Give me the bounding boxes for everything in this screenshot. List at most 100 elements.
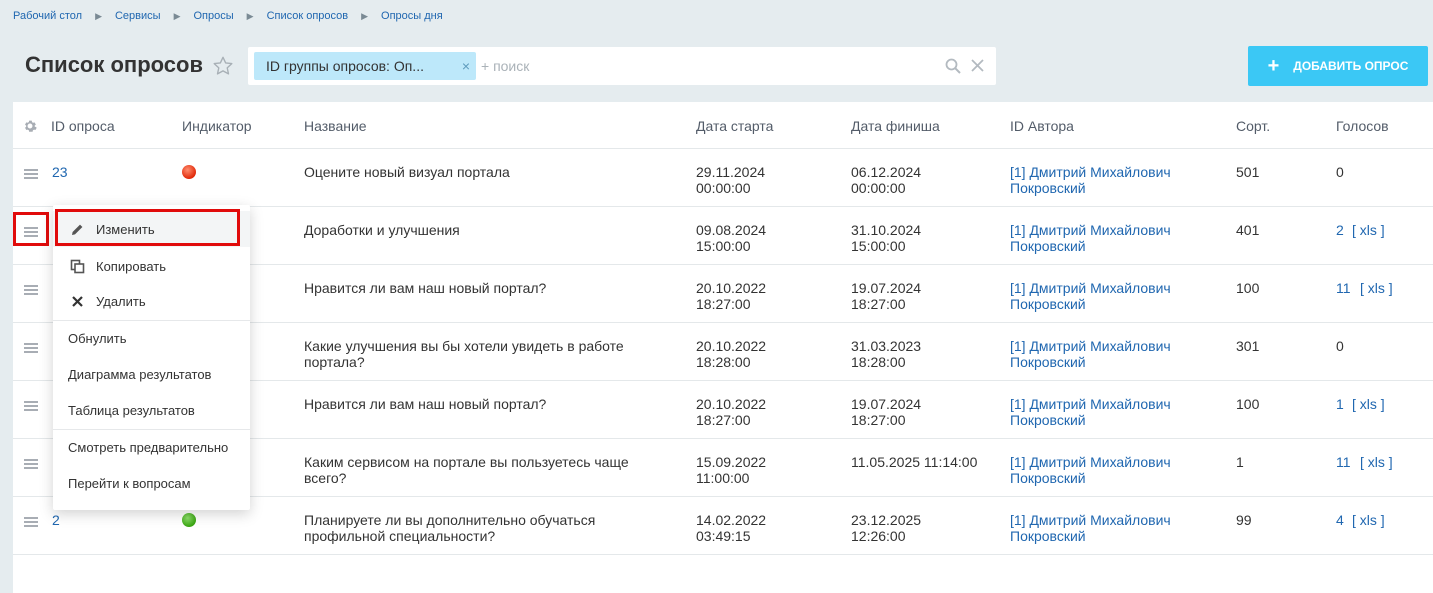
column-header-start[interactable]: Дата старта (696, 118, 773, 134)
drag-handle-icon[interactable] (24, 285, 38, 295)
chevron-right-icon: ▶ (361, 10, 369, 21)
highlight-frame (13, 212, 49, 246)
poll-finish-date: 19.07.2024 18:27:00 (851, 280, 921, 312)
column-header-name[interactable]: Название (304, 118, 367, 134)
breadcrumb-daily-polls[interactable]: Опросы дня (381, 10, 443, 22)
votes-count[interactable]: 11 (1336, 454, 1351, 470)
author-link[interactable]: [1] Дмитрий Михайлович Покровский (1010, 222, 1171, 254)
table-row[interactable]: 23 Оцените новый визуал портала 29.11.20… (13, 149, 1433, 207)
author-link[interactable]: [1] Дмитрий Михайлович Покровский (1010, 280, 1171, 312)
poll-name: Нравится ли вам наш новый портал? (304, 396, 546, 412)
drag-handle-icon[interactable] (24, 169, 38, 179)
highlight-frame (55, 209, 240, 246)
menu-item-label: Смотреть предварительно (68, 439, 229, 455)
poll-start-date: 29.11.2024 00:00:00 (696, 164, 765, 196)
menu-item-results-chart[interactable]: Диаграмма результатов (53, 356, 250, 392)
finish-time: 18:27:00 (851, 412, 906, 428)
column-header-id[interactable]: ID опроса (51, 118, 115, 134)
column-header-indicator[interactable]: Индикатор (182, 118, 252, 134)
finish-time: 15:00:00 (851, 238, 906, 254)
votes-count[interactable]: 4 (1336, 512, 1344, 528)
poll-start-date: 09.08.2024 15:00:00 (696, 222, 766, 254)
poll-id-link[interactable]: 23 (52, 164, 68, 180)
author-line-1: [1] Дмитрий Михайлович (1010, 338, 1171, 354)
drag-handle-icon[interactable] (24, 343, 38, 353)
author-link[interactable]: [1] Дмитрий Михайлович Покровский (1010, 454, 1171, 486)
menu-item-delete[interactable]: Удалить (53, 283, 250, 319)
author-link[interactable]: [1] Дмитрий Михайлович Покровский (1010, 396, 1171, 428)
column-header-finish[interactable]: Дата финиша (851, 118, 940, 134)
author-line-1: [1] Дмитрий Михайлович (1010, 222, 1171, 238)
close-icon[interactable]: × (462, 52, 470, 80)
star-icon[interactable] (212, 55, 234, 77)
xls-export-link[interactable]: [ xls ] (1360, 280, 1393, 296)
menu-item-preview[interactable]: Смотреть предварительно (53, 429, 250, 465)
filter-chip[interactable]: ID группы опросов: Оп... × (254, 52, 476, 80)
finish-date: 31.10.2024 (851, 222, 922, 238)
gear-icon[interactable] (23, 119, 37, 133)
breadcrumb-poll-list[interactable]: Список опросов (267, 10, 349, 22)
finish-date: 19.07.2024 (851, 280, 922, 296)
poll-name: Планируете ли вы дополнительно обучаться… (304, 512, 595, 544)
sort-value: 401 (1236, 222, 1260, 238)
menu-item-copy[interactable]: Копировать (53, 248, 250, 284)
status-indicator-icon (182, 165, 196, 179)
poll-finish-date: 31.10.2024 15:00:00 (851, 222, 921, 254)
clear-icon[interactable] (970, 58, 985, 73)
column-header-author[interactable]: ID Автора (1010, 118, 1074, 134)
poll-name-line-1: Оцените новый визуал портала (304, 164, 510, 180)
poll-name: Какие улучшения вы бы хотели увидеть в р… (304, 338, 624, 370)
start-time: 18:28:00 (696, 354, 751, 370)
start-date: 29.11.2024 (696, 164, 766, 180)
breadcrumb-services[interactable]: Сервисы (115, 10, 161, 22)
xls-export-link[interactable]: [ xls ] (1352, 396, 1385, 412)
start-time: 11:00:00 (696, 470, 750, 486)
author-line-2: Покровский (1010, 180, 1086, 196)
votes-count[interactable]: 2 (1336, 222, 1344, 238)
poll-name-line-1: Какие улучшения вы бы хотели увидеть в р… (304, 338, 624, 354)
votes-count[interactable]: 1 (1336, 396, 1344, 412)
menu-item-reset[interactable]: Обнулить (53, 320, 250, 356)
menu-item-label: Копировать (96, 258, 166, 274)
drag-handle-icon[interactable] (24, 401, 38, 411)
drag-handle-icon[interactable] (24, 459, 38, 469)
author-line-1: [1] Дмитрий Михайлович (1010, 280, 1171, 296)
start-date: 20.10.2022 (696, 280, 767, 296)
drag-handle-icon[interactable] (24, 517, 38, 527)
column-header-votes[interactable]: Голосов (1336, 118, 1389, 134)
finish-time: 12:26:00 (851, 528, 906, 544)
poll-name: Нравится ли вам наш новый портал? (304, 280, 546, 296)
menu-item-results-table[interactable]: Таблица результатов (53, 392, 250, 428)
breadcrumb-desktop[interactable]: Рабочий стол (13, 10, 82, 22)
filter-search-bar[interactable]: ID группы опросов: Оп... × (248, 47, 996, 85)
author-link[interactable]: [1] Дмитрий Михайлович Покровский (1010, 164, 1171, 196)
start-time: 15:00:00 (696, 238, 751, 254)
author-link[interactable]: [1] Дмитрий Михайлович Покровский (1010, 338, 1171, 370)
search-icon[interactable] (945, 58, 961, 74)
votes-count[interactable]: 11 (1336, 280, 1351, 296)
poll-finish-date: 19.07.2024 18:27:00 (851, 396, 921, 428)
menu-item-label: Обнулить (68, 330, 127, 346)
poll-finish-date: 06.12.2024 00:00:00 (851, 164, 921, 196)
sort-value: 501 (1236, 164, 1260, 180)
poll-id-link[interactable]: 2 (52, 512, 60, 528)
xls-export-link[interactable]: [ xls ] (1352, 512, 1385, 528)
author-line-2: Покровский (1010, 412, 1086, 428)
xls-export-link[interactable]: [ xls ] (1352, 222, 1385, 238)
search-input[interactable] (481, 55, 921, 77)
start-date: 20.10.2022 (696, 396, 767, 412)
add-poll-button[interactable]: + ДОБАВИТЬ ОПРОС (1248, 46, 1428, 86)
breadcrumb-polls[interactable]: Опросы (193, 10, 233, 22)
poll-name-line-1: Каким сервисом на портале вы пользуетесь… (304, 454, 629, 470)
xls-export-link[interactable]: [ xls ] (1360, 454, 1393, 470)
finish-date: 06.12.2024 (851, 164, 922, 180)
author-line-1: [1] Дмитрий Михайлович (1010, 454, 1171, 470)
menu-item-go-to-questions[interactable]: Перейти к вопросам (53, 465, 250, 501)
author-line-1: [1] Дмитрий Михайлович (1010, 512, 1171, 528)
poll-start-date: 14.02.2022 03:49:15 (696, 512, 766, 544)
plus-icon: + (1267, 55, 1280, 77)
column-header-sort[interactable]: Сорт. (1236, 118, 1270, 134)
menu-item-label: Таблица результатов (68, 402, 195, 418)
poll-finish-date: 11.05.2025 11:14:00 (851, 454, 977, 470)
author-link[interactable]: [1] Дмитрий Михайлович Покровский (1010, 512, 1171, 544)
